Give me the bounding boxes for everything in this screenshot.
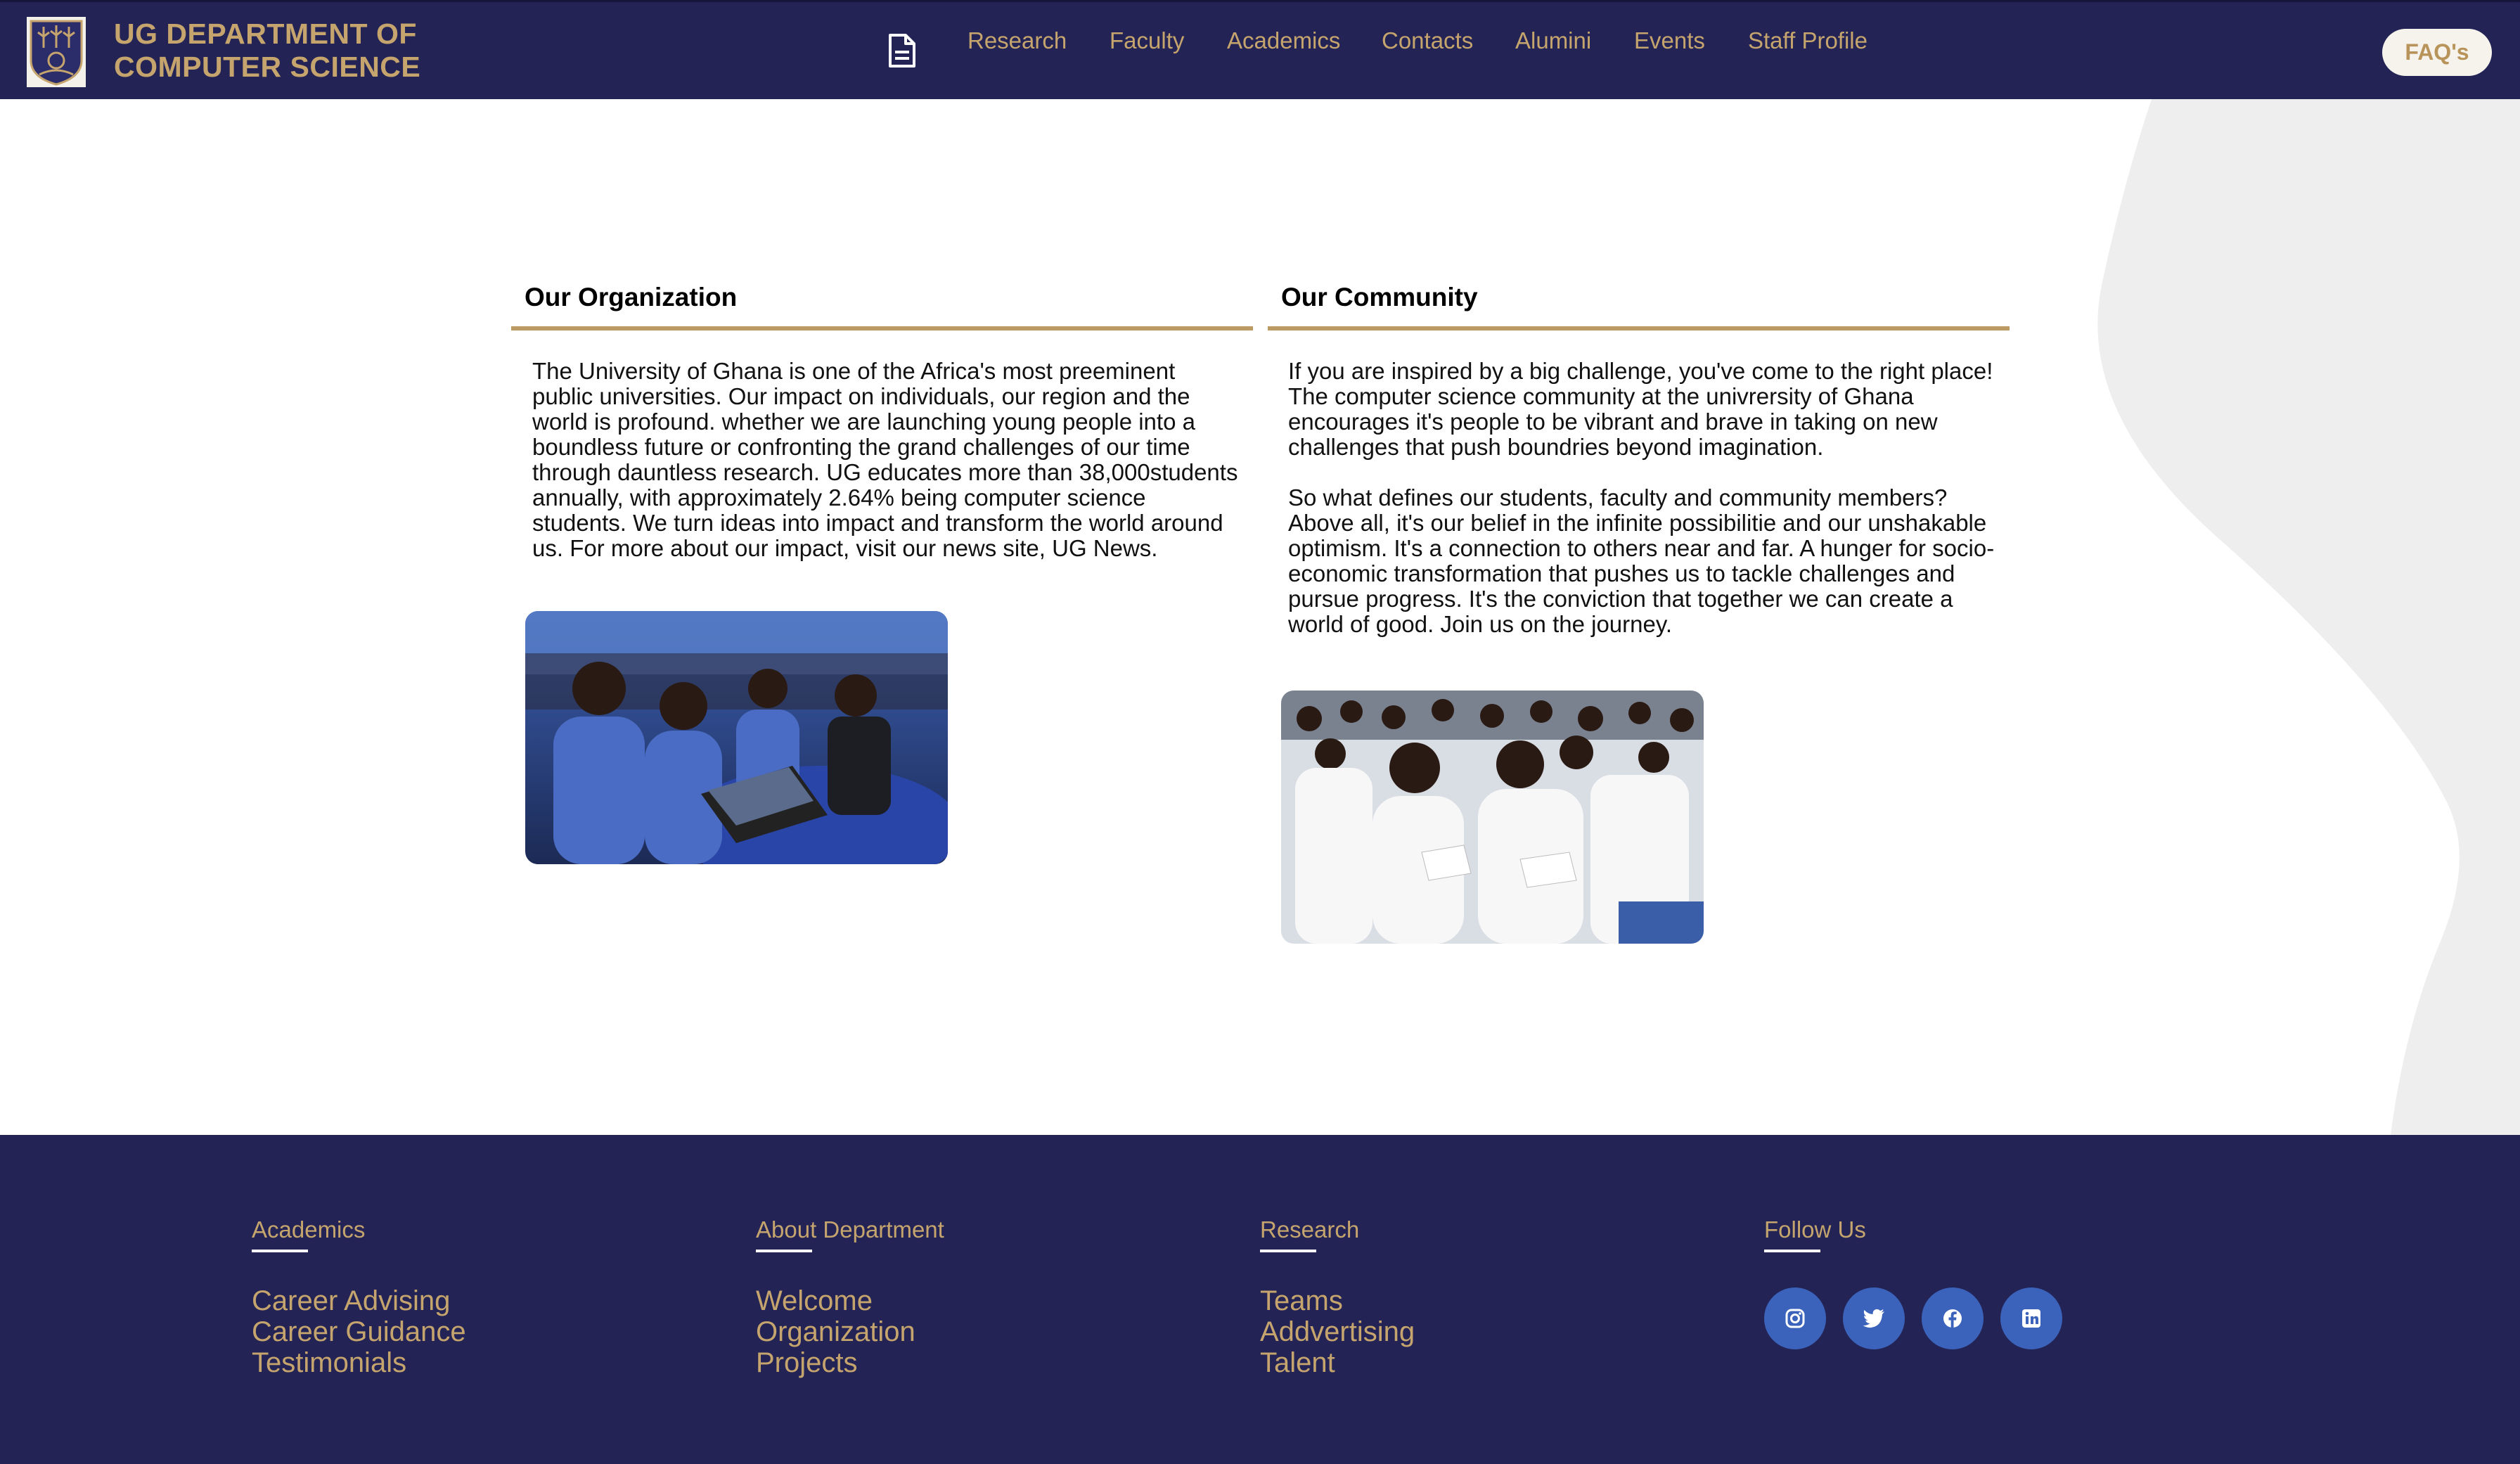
students-white-coats-photo	[1281, 691, 1704, 944]
footer-link-career-guidance[interactable]: Career Guidance	[252, 1316, 466, 1347]
footer-link-addvertising[interactable]: Addvertising	[1260, 1316, 1415, 1347]
facebook-icon	[1943, 1309, 1962, 1328]
footer-column-about: About Department Welcome Organization Pr…	[756, 1216, 944, 1378]
department-brand[interactable]: UG DEPARTMENT OF COMPUTER SCIENCE	[114, 18, 420, 84]
site-footer: Academics Career Advising Career Guidanc…	[0, 1135, 2520, 1464]
organization-text: The University of Ghana is one of the Af…	[532, 359, 1239, 561]
nav-research[interactable]: Research	[968, 27, 1067, 54]
footer-column-research: Research Teams Addvertising Talent	[1260, 1216, 1415, 1378]
community-paragraph-2: So what defines our students, faculty an…	[1288, 484, 1995, 637]
instagram-button[interactable]	[1764, 1288, 1826, 1349]
nav-alumini[interactable]: Alumini	[1515, 27, 1591, 54]
top-navbar: UG DEPARTMENT OF COMPUTER SCIENCE Resear…	[0, 0, 2520, 99]
twitter-icon	[1863, 1309, 1884, 1328]
footer-heading-follow: Follow Us	[1764, 1216, 1866, 1243]
nav-events[interactable]: Events	[1634, 27, 1705, 54]
decorative-wave-shape	[2097, 99, 2520, 1135]
community-text: If you are inspired by a big challenge, …	[1288, 359, 1995, 637]
footer-column-follow: Follow Us	[1764, 1216, 1866, 1252]
nav-faculty[interactable]: Faculty	[1110, 27, 1184, 54]
footer-link-teams[interactable]: Teams	[1260, 1285, 1415, 1316]
footer-link-testimonials[interactable]: Testimonials	[252, 1347, 466, 1378]
nav-academics[interactable]: Academics	[1227, 27, 1340, 54]
footer-heading-underline	[756, 1250, 812, 1252]
faq-button[interactable]: FAQ's	[2382, 29, 2492, 76]
footer-link-career-advising[interactable]: Career Advising	[252, 1285, 466, 1316]
community-paragraph-1: If you are inspired by a big challenge, …	[1288, 358, 1993, 460]
facebook-button[interactable]	[1922, 1288, 1984, 1349]
footer-heading-underline	[1764, 1250, 1820, 1252]
nav-contacts[interactable]: Contacts	[1382, 27, 1473, 54]
linkedin-icon	[2022, 1309, 2040, 1328]
footer-heading-underline	[1260, 1250, 1316, 1252]
instagram-icon	[1785, 1309, 1805, 1328]
footer-link-organization[interactable]: Organization	[756, 1316, 944, 1347]
nav-staff-profile[interactable]: Staff Profile	[1748, 27, 1868, 54]
footer-link-talent[interactable]: Talent	[1260, 1347, 1415, 1378]
footer-heading-about: About Department	[756, 1216, 944, 1243]
footer-heading-underline	[252, 1250, 308, 1252]
footer-heading-research: Research	[1260, 1216, 1360, 1243]
university-crest-logo[interactable]	[27, 17, 86, 87]
students-laptop-photo	[525, 611, 948, 864]
footer-link-projects[interactable]: Projects	[756, 1347, 944, 1378]
organization-divider	[511, 326, 1253, 330]
community-divider	[1268, 326, 2010, 330]
brand-line-2: COMPUTER SCIENCE	[114, 51, 421, 83]
document-icon[interactable]	[887, 33, 917, 68]
organization-title: Our Organization	[525, 283, 738, 312]
twitter-button[interactable]	[1843, 1288, 1905, 1349]
organization-paragraph: The University of Ghana is one of the Af…	[532, 358, 1238, 561]
footer-link-welcome[interactable]: Welcome	[756, 1285, 944, 1316]
linkedin-button[interactable]	[2000, 1288, 2062, 1349]
community-title: Our Community	[1281, 283, 1478, 312]
brand-line-1: UG DEPARTMENT OF	[114, 18, 417, 50]
footer-column-academics: Academics Career Advising Career Guidanc…	[252, 1216, 466, 1378]
footer-heading-academics: Academics	[252, 1216, 366, 1243]
